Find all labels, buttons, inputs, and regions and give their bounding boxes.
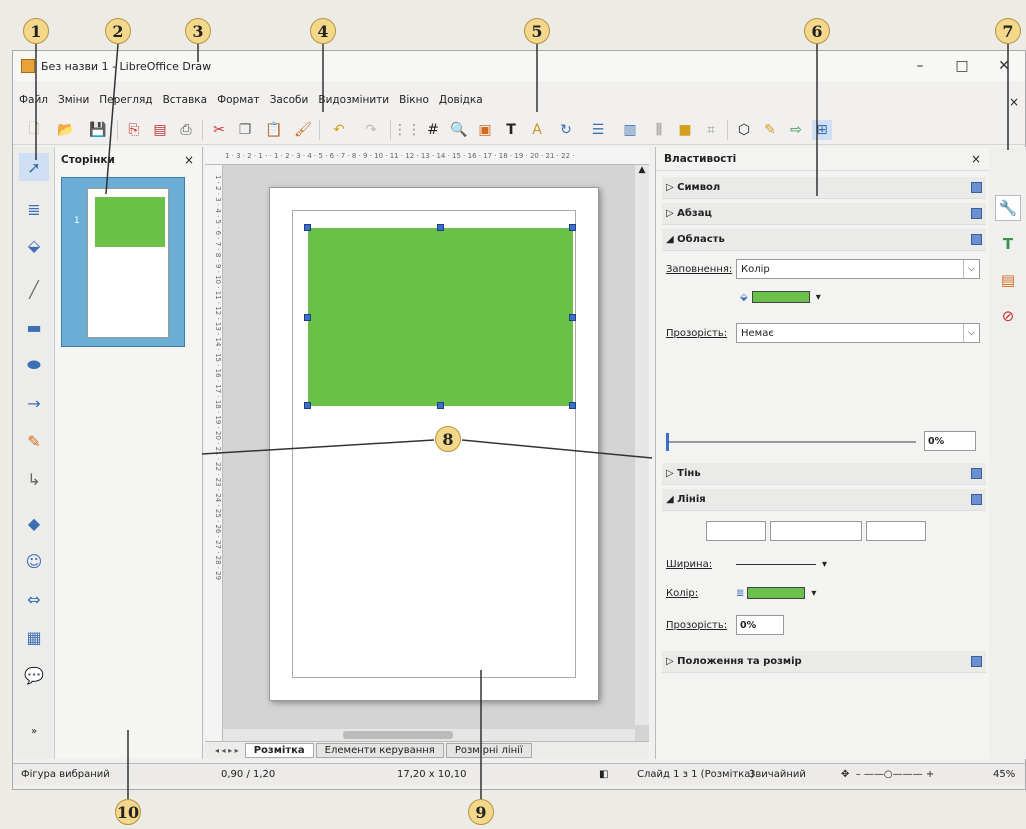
callout-2: 2 [105, 18, 131, 44]
callout-10: 10 [115, 799, 141, 825]
callout-9: 9 [468, 799, 494, 825]
callout-line-8b [461, 439, 653, 459]
callout-6: 6 [804, 18, 830, 44]
callout-line-2 [105, 43, 119, 195]
callout-1: 1 [23, 18, 49, 44]
callout-4: 4 [310, 18, 336, 44]
callout-3: 3 [185, 18, 211, 44]
callout-line-8a [201, 439, 435, 455]
callout-5: 5 [524, 18, 550, 44]
callout-lines [35, 43, 1009, 800]
callout-8: 8 [435, 426, 461, 452]
callout-7: 7 [995, 18, 1021, 44]
